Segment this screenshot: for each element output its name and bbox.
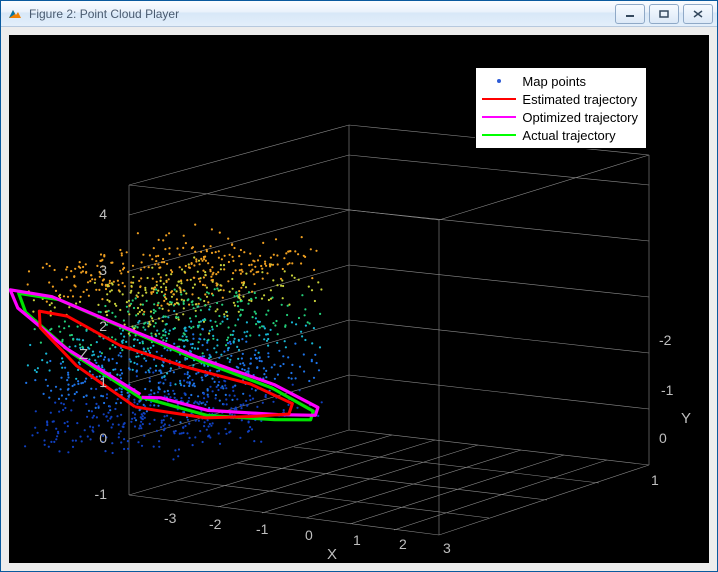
legend-item-estimated[interactable]: Estimated trajectory [480, 90, 638, 108]
svg-text:1: 1 [99, 374, 107, 390]
svg-text:-1: -1 [256, 521, 269, 537]
axes-grid [129, 125, 649, 535]
close-button[interactable] [683, 4, 713, 24]
maximize-button[interactable] [649, 4, 679, 24]
svg-text:0: 0 [305, 527, 313, 543]
svg-text:-1: -1 [95, 486, 108, 502]
line-icon [480, 128, 518, 142]
map-points [24, 224, 323, 461]
svg-text:-2: -2 [659, 332, 672, 348]
dot-icon [480, 74, 518, 88]
svg-text:0: 0 [659, 430, 667, 446]
figure-window: Figure 2: Point Cloud Player [0, 0, 718, 572]
svg-text:3: 3 [443, 540, 451, 556]
axis-labels: X Y Z [79, 346, 691, 563]
client-area: -3 -2 -1 0 1 2 3 -2 -1 0 1 -1 0 1 2 [1, 27, 717, 571]
z-axis-label: Z [79, 346, 88, 363]
legend-item-optimized[interactable]: Optimized trajectory [480, 108, 638, 126]
svg-text:-2: -2 [209, 516, 222, 532]
svg-text:2: 2 [399, 536, 407, 552]
svg-text:4: 4 [99, 206, 107, 222]
svg-text:-1: -1 [661, 382, 674, 398]
svg-text:1: 1 [651, 472, 659, 488]
legend-item-actual[interactable]: Actual trajectory [480, 126, 638, 144]
x-axis-label: X [327, 546, 337, 563]
svg-text:1: 1 [353, 532, 361, 548]
svg-text:-3: -3 [164, 510, 177, 526]
legend-label: Estimated trajectory [522, 92, 637, 107]
axes-3d[interactable]: -3 -2 -1 0 1 2 3 -2 -1 0 1 -1 0 1 2 [9, 35, 709, 563]
legend[interactable]: Map points Estimated trajectory Optimize… [475, 67, 647, 149]
y-axis-label: Y [681, 410, 691, 427]
minimize-button[interactable] [615, 4, 645, 24]
legend-label: Map points [522, 74, 586, 89]
matlab-icon [7, 6, 23, 22]
legend-label: Actual trajectory [522, 128, 615, 143]
line-icon [480, 92, 518, 106]
svg-text:2: 2 [99, 318, 107, 334]
svg-text:0: 0 [99, 430, 107, 446]
legend-item-map-points[interactable]: Map points [480, 72, 638, 90]
titlebar[interactable]: Figure 2: Point Cloud Player [1, 1, 717, 27]
line-icon [480, 110, 518, 124]
tick-labels: -3 -2 -1 0 1 2 3 -2 -1 0 1 -1 0 1 2 [95, 206, 674, 556]
window-title: Figure 2: Point Cloud Player [29, 7, 611, 21]
legend-label: Optimized trajectory [522, 110, 638, 125]
svg-text:3: 3 [99, 262, 107, 278]
